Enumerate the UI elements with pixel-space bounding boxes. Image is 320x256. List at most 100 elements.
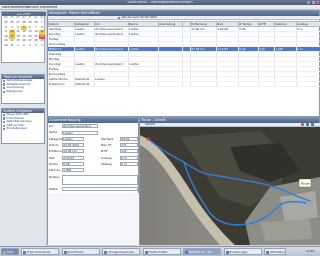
zoom-out-icon[interactable] xyxy=(311,123,314,127)
summary-field-input[interactable]: 143 xyxy=(119,149,138,154)
taskbar-button[interactable]: GPS-Datenaustausch xyxy=(264,248,286,256)
table-cell xyxy=(274,81,297,87)
table-body: Samstag Laufen Zuid-Kennemerland Laufen 12,0… xyxy=(48,26,320,87)
table-cell: Zuid-Kennemerland xyxy=(94,61,129,67)
table-cell: Zuid-Kennemerland xyxy=(94,31,129,37)
summary-field-input[interactable]: Zuid-Kennemerland xyxy=(61,124,98,129)
summary-field-input[interactable]: Laufen xyxy=(61,136,84,141)
summary-field-label: Tempo xyxy=(49,161,59,166)
summary-field-row: Max HF 171 xyxy=(100,143,140,148)
notes-field[interactable] xyxy=(61,174,138,185)
window-title: SportTracks - Trainingsaufzeichnungen xyxy=(127,0,193,4)
tasks-panel: Andere Aufgaben Neue Aktivität Importiere… xyxy=(1,107,45,144)
views-panel: Tägliche Aktivität Aktivitätsanzeige Athl… xyxy=(1,73,45,104)
map-panel: Route - Satellit Satellit Route xyxy=(139,117,320,245)
task-item-icon xyxy=(3,128,6,131)
taskbar-app-icon xyxy=(225,251,229,255)
satellite-map[interactable]: Route xyxy=(140,127,320,245)
summary-field-input[interactable]: 171 xyxy=(119,143,138,148)
taskbar-button-label: Einstellungen xyxy=(229,250,248,255)
notes-label: Notizen xyxy=(49,175,60,179)
taskbar-button-label: SportTracks - Trai... xyxy=(189,250,215,255)
taskbar-button-label: Total Commander xyxy=(27,250,51,255)
calendar-filter-icon[interactable] xyxy=(117,16,121,20)
route-start-marker xyxy=(146,137,150,141)
summary-field-input[interactable]: 24,38 km xyxy=(61,149,84,154)
summary-field-input[interactable]: 1.850 xyxy=(61,168,84,173)
taskbar-button[interactable]: Total Commander xyxy=(21,248,59,256)
summary-empty-area xyxy=(47,193,139,245)
summary-field-label: Ort xyxy=(49,124,54,128)
summary-field-label: Max HF xyxy=(101,142,112,147)
summary-field-row: Startzeit 08:02 xyxy=(100,137,140,142)
taskbar-button-label: GPS-Datenaustausch xyxy=(270,250,285,255)
taskbar-app-icon xyxy=(23,251,26,255)
summary-field-input[interactable]: 5:29 xyxy=(61,162,84,167)
zoom-in-icon[interactable] xyxy=(306,123,309,127)
summary-field-row: Tempo 5:29 xyxy=(48,162,98,167)
mini-calendar: Juli 2007 Mo Di Mi Do Fr Sa So 25 26 27 28 29 30 1 2 3… xyxy=(1,10,46,63)
route-tooltip-text: Route xyxy=(301,182,310,186)
filter-label[interactable]: Woche zum 22.07.2007 xyxy=(122,16,158,19)
table-cell xyxy=(190,81,217,87)
calendar-month[interactable]: Juli 2007 xyxy=(2,11,46,16)
summary-field-row: Abstieg 0 m xyxy=(100,162,140,167)
summary-field-input[interactable]: 22.07.2007 xyxy=(61,143,84,148)
table-cell xyxy=(238,81,259,87)
taskbar-button[interactable]: SportTracks xyxy=(61,248,100,256)
view-item[interactable]: Kategorien xyxy=(2,88,44,94)
taskbar-app-icon xyxy=(185,251,188,255)
view-item-label: Kategorien xyxy=(6,88,23,93)
table-cell: Zuid-Kennemerland xyxy=(94,46,129,52)
summary-field-row: Name Laufen xyxy=(48,130,98,135)
summary-field-input[interactable]: Laufen xyxy=(61,130,98,135)
table-row[interactable]: Zusammen Allerlande xyxy=(48,81,320,87)
weather-field[interactable] xyxy=(61,186,138,191)
taskbar-button[interactable]: Vorlage Zusammen... xyxy=(102,248,140,256)
summary-field-row: Kalorien 1.850 xyxy=(48,168,98,173)
summary-field-input[interactable]: 0 m xyxy=(119,162,138,167)
calendar-day[interactable]: 5 xyxy=(39,44,45,49)
summary-field-label: Datum xyxy=(49,142,59,147)
taskbar-button[interactable]: SportTracks - Trai... xyxy=(183,248,221,256)
calendar-weekdays: Mo Di Mi Do Fr Sa So xyxy=(3,16,45,21)
taskbar-button-label: SportTracks xyxy=(67,250,84,255)
table-cell xyxy=(94,81,129,87)
summary-field-input[interactable]: 08:02 xyxy=(119,136,138,141)
map-record-icon[interactable] xyxy=(301,123,304,127)
summary-field-label: Name xyxy=(49,130,58,135)
view-item-icon xyxy=(3,90,6,93)
taskbar-button-label: Mozilla Firefox xyxy=(148,250,168,255)
table-cell xyxy=(296,81,320,87)
summary-field-label: Zeit xyxy=(49,155,55,160)
minimize-icon[interactable]: – xyxy=(307,0,311,5)
taskbar-button[interactable]: Mozilla Firefox xyxy=(142,248,181,256)
summary-field-label: Abstieg xyxy=(101,161,112,166)
table-cell: Zusammen xyxy=(48,81,75,87)
summary-field-label: Ø HF xyxy=(101,149,108,154)
table-cell: Allerlande xyxy=(74,81,95,87)
summary-field-row: Entfernung 24,38 km xyxy=(48,149,98,154)
tasks-list: Neue Aktivität Importieren Aktivität lösch… xyxy=(2,112,44,131)
summary-field-input[interactable]: 0 m xyxy=(119,155,138,160)
table-cell xyxy=(216,81,239,87)
summary-title: Zusammenfassung xyxy=(47,118,138,123)
start-button[interactable]: Start xyxy=(1,248,19,256)
taskbar-button-label: Vorlage Zusammen... xyxy=(108,250,137,255)
task-item[interactable]: Einstellungen xyxy=(2,127,44,131)
summary-field-label: Kategorie xyxy=(49,136,63,141)
maximize-icon[interactable]: □ xyxy=(311,0,315,5)
clock: 12:34 xyxy=(306,249,315,253)
taskbar-app-icon xyxy=(144,251,148,255)
close-icon[interactable]: × xyxy=(316,0,320,5)
summary-field-row: Datum 22.07.2007 xyxy=(48,143,98,148)
summary-field-row: Zeit 2:14:03 xyxy=(48,156,98,161)
summary-field-row: Anstieg 0 m xyxy=(100,156,140,161)
summary-field-input[interactable]: 2:14:03 xyxy=(61,155,84,160)
taskbar-app-icon xyxy=(63,251,67,255)
map-mode-select[interactable]: Satellit xyxy=(145,123,155,126)
table-cell xyxy=(258,81,275,87)
taskbar-button[interactable]: Einstellungen xyxy=(223,248,262,256)
town-south xyxy=(260,219,312,241)
activity-table-wrap: Datum Kategorie Ort Name Ausrüstung Entfernun… xyxy=(47,20,320,117)
